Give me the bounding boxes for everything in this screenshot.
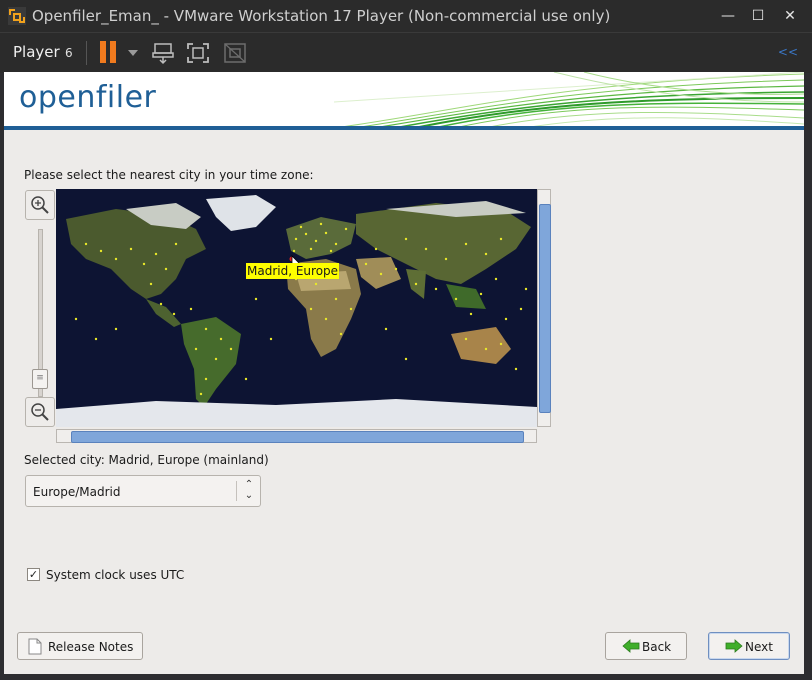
- toolbar-divider: [86, 41, 87, 65]
- updown-arrows-icon: ⌃ ⌄: [244, 479, 254, 501]
- utc-checkbox-label[interactable]: System clock uses UTC: [46, 568, 184, 582]
- close-button[interactable]: ✕: [775, 4, 805, 28]
- installer-banner: openfiler: [4, 72, 804, 128]
- zoom-out-icon: [31, 403, 49, 421]
- collapse-toolbar-icon[interactable]: <<: [778, 45, 798, 59]
- chevron-down-icon[interactable]: [128, 50, 138, 56]
- back-label: Back: [642, 640, 672, 654]
- unity-icon[interactable]: [222, 41, 248, 65]
- player-toolbar: Player 6 <<: [0, 32, 812, 73]
- player-badge: 6: [65, 46, 73, 60]
- world-map-image: [56, 189, 537, 427]
- utc-checkbox[interactable]: ✓: [27, 568, 40, 581]
- release-notes-button[interactable]: Release Notes: [17, 632, 143, 660]
- openfiler-logo: openfiler: [19, 80, 157, 115]
- next-button[interactable]: Next: [708, 632, 790, 660]
- document-icon: [28, 638, 42, 655]
- next-label: Next: [745, 640, 773, 654]
- vmware-player-window: Openfiler_Eman_ - VMware Workstation 17 …: [0, 0, 812, 680]
- vertical-scroll-thumb[interactable]: [539, 204, 551, 413]
- map-vertical-scrollbar[interactable]: [537, 189, 551, 427]
- selected-city-label: Selected city: Madrid, Europe (mainland): [24, 453, 269, 467]
- maximize-button[interactable]: ☐: [743, 4, 773, 28]
- banner-rule: [4, 126, 804, 130]
- fullscreen-icon[interactable]: [185, 41, 211, 65]
- pause-icon[interactable]: [99, 41, 119, 65]
- zoom-in-icon: [31, 196, 49, 214]
- world-map[interactable]: Madrid, Europe: [56, 189, 537, 427]
- arrow-right-icon: [725, 639, 743, 653]
- minimize-button[interactable]: —: [713, 4, 743, 28]
- zoom-out-button[interactable]: [25, 397, 55, 427]
- banner-swoosh: [334, 72, 804, 128]
- zoom-slider-handle[interactable]: ≡: [32, 369, 48, 389]
- release-notes-label: Release Notes: [48, 640, 134, 654]
- zoom-in-button[interactable]: [25, 190, 55, 220]
- send-keys-icon[interactable]: [150, 41, 176, 65]
- horizontal-scroll-thumb[interactable]: [71, 431, 524, 443]
- guest-display: openfiler Please select the nearest city…: [4, 72, 804, 674]
- timezone-combo[interactable]: Europe/Madrid ⌃ ⌄: [25, 475, 261, 507]
- timezone-prompt: Please select the nearest city in your t…: [24, 168, 314, 182]
- arrow-left-icon: [622, 639, 640, 653]
- map-city-tooltip: Madrid, Europe: [246, 263, 340, 279]
- window-title: Openfiler_Eman_ - VMware Workstation 17 …: [32, 7, 611, 25]
- back-button[interactable]: Back: [605, 632, 687, 660]
- timezone-value: Europe/Madrid: [33, 485, 121, 499]
- vmware-app-icon: [8, 7, 26, 25]
- combo-divider: [236, 481, 237, 501]
- player-menu[interactable]: Player: [13, 43, 60, 61]
- map-horizontal-scrollbar[interactable]: [56, 429, 537, 443]
- title-bar: Openfiler_Eman_ - VMware Workstation 17 …: [0, 0, 812, 32]
